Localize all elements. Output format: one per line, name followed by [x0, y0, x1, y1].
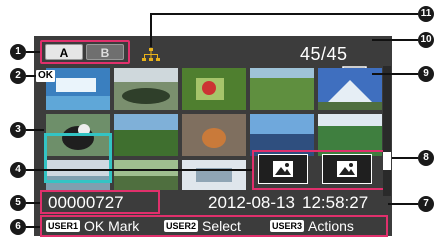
- clip-date: 2012-08-13: [208, 193, 295, 212]
- callout-10: 10: [418, 32, 434, 48]
- callout-leader: [26, 226, 40, 228]
- callout-leader: [392, 157, 418, 159]
- thumbnail[interactable]: [250, 68, 314, 110]
- film-placeholder-icon[interactable]: [322, 154, 372, 184]
- callout-2: 2: [10, 68, 26, 84]
- clip-time: 12:58:27: [302, 193, 369, 212]
- callout-leader: [150, 13, 152, 47]
- thumbnail[interactable]: [114, 160, 178, 190]
- clip-counter: 45/45: [300, 44, 348, 64]
- callout-leader: [26, 202, 40, 204]
- user1-action-label[interactable]: OK Mark: [84, 218, 139, 234]
- hierarchy-icon: [142, 48, 160, 61]
- callout-leader: [26, 169, 252, 171]
- film-placeholder-icon[interactable]: [258, 154, 308, 184]
- callout-4: 4: [10, 162, 26, 178]
- thumbnail[interactable]: [182, 114, 246, 156]
- callout-8: 8: [418, 150, 434, 166]
- user1-key-label: USER1: [46, 220, 81, 232]
- user2-action-label[interactable]: Select: [202, 218, 241, 234]
- thumbnail[interactable]: [182, 160, 246, 190]
- thumbnail[interactable]: [114, 114, 178, 156]
- clip-number: 00000727: [48, 193, 124, 212]
- callout-9: 9: [418, 66, 434, 82]
- callout-3: 3: [10, 122, 26, 138]
- callout-leader: [388, 203, 418, 205]
- user2-key-label: USER2: [164, 220, 199, 232]
- callout-5: 5: [10, 195, 26, 211]
- slot-b-tab[interactable]: B: [86, 44, 124, 60]
- callout-leader: [26, 129, 44, 131]
- callout-leader: [26, 51, 40, 53]
- callout-6: 6: [10, 219, 26, 235]
- slot-a-tab[interactable]: A: [45, 44, 83, 60]
- media-slot-selector[interactable]: A B: [40, 40, 130, 64]
- thumbnail[interactable]: [46, 68, 110, 110]
- scrollbar-thumb[interactable]: [383, 152, 391, 170]
- user3-action-label[interactable]: Actions: [308, 218, 354, 234]
- scrollbar-track[interactable]: [383, 66, 391, 196]
- ok-mark-badge: OK: [36, 70, 55, 82]
- callout-leader: [372, 39, 418, 41]
- user3-key-label: USER3: [270, 220, 305, 232]
- callout-leader: [26, 75, 36, 77]
- callout-leader: [372, 73, 418, 75]
- callout-7: 7: [418, 196, 434, 212]
- thumbnail[interactable]: [114, 68, 178, 110]
- selection-cursor: [44, 133, 112, 183]
- thumbnail[interactable]: [182, 68, 246, 110]
- callout-leader: [151, 13, 418, 15]
- callout-1: 1: [10, 44, 26, 60]
- callout-11: 11: [418, 6, 434, 22]
